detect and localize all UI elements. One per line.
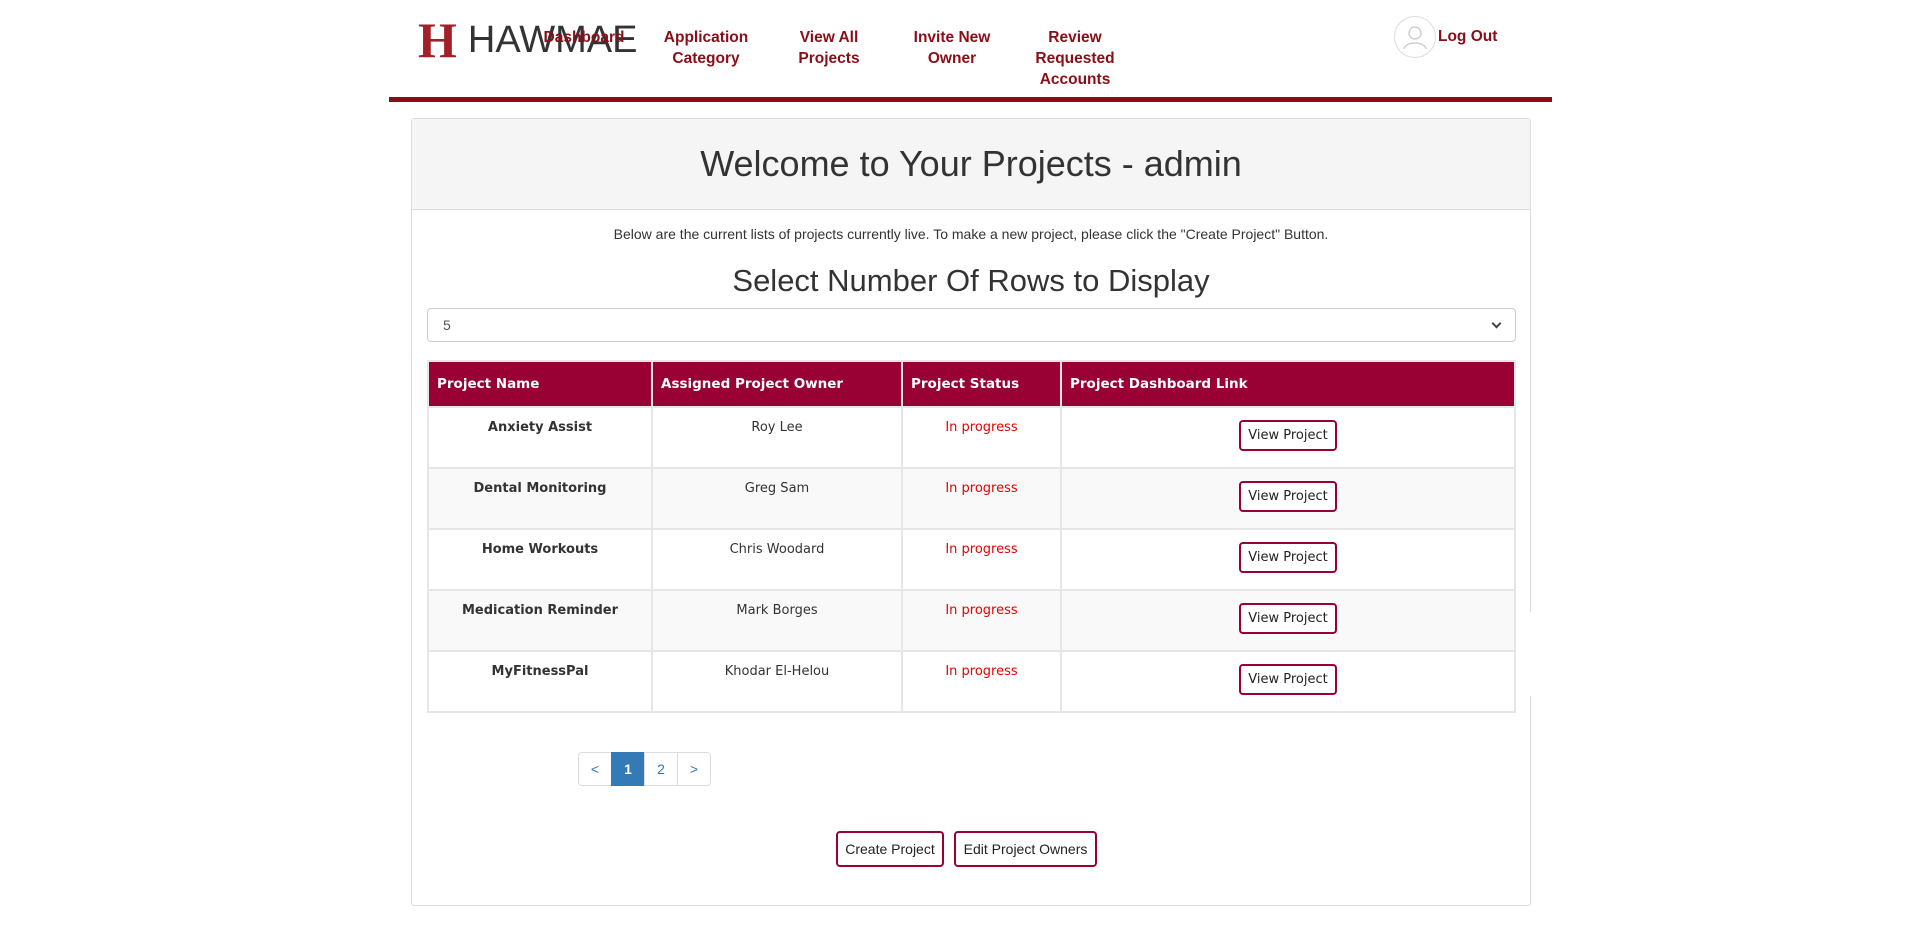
table-row: Medication Reminder Mark Borges In progr… <box>427 589 1516 652</box>
table-row: MyFitnessPal Khodar El-Helou In progress… <box>427 650 1516 713</box>
chevron-down-icon <box>1491 318 1502 328</box>
top-navbar: H HAWMAE Dashboard Application Category … <box>389 0 1552 102</box>
view-project-button[interactable]: View Project <box>1239 664 1337 695</box>
project-status: In progress <box>901 589 1062 652</box>
rows-per-page-select[interactable]: 5 <box>427 308 1516 342</box>
panel-heading: Welcome to Your Projects - admin <box>412 119 1530 210</box>
project-name: Dental Monitoring <box>427 467 653 530</box>
projects-table: Project Name Assigned Project Owner Proj… <box>427 360 1516 713</box>
user-avatar-icon <box>1394 16 1436 58</box>
project-name: Home Workouts <box>427 528 653 591</box>
project-status: In progress <box>901 467 1062 530</box>
create-project-button[interactable]: Create Project <box>836 831 944 867</box>
nav-dashboard[interactable]: Dashboard <box>529 27 639 48</box>
pagination-page-2[interactable]: 2 <box>644 752 678 786</box>
project-link-cell: View Project <box>1060 406 1516 469</box>
project-name: Medication Reminder <box>427 589 653 652</box>
project-owner: Roy Lee <box>651 406 903 469</box>
project-link-cell: View Project <box>1060 650 1516 713</box>
project-status: In progress <box>901 528 1062 591</box>
column-header-dashboard-link: Project Dashboard Link <box>1060 360 1516 408</box>
table-row: Anxiety Assist Roy Lee In progress View … <box>427 406 1516 469</box>
table-row: Dental Monitoring Greg Sam In progress V… <box>427 467 1516 530</box>
logo-mark: H <box>418 12 457 68</box>
nav-application-category[interactable]: Application Category <box>651 27 761 69</box>
nav-review-requested-accounts[interactable]: Review Requested Accounts <box>1020 27 1130 90</box>
project-name: MyFitnessPal <box>427 650 653 713</box>
project-owner: Khodar El-Helou <box>651 650 903 713</box>
column-header-owner: Assigned Project Owner <box>651 360 903 408</box>
logout-link[interactable]: Log Out <box>1394 16 1497 58</box>
project-name: Anxiety Assist <box>427 406 653 469</box>
edit-project-owners-button[interactable]: Edit Project Owners <box>954 831 1097 867</box>
nav-view-all-projects[interactable]: View All Projects <box>774 27 884 69</box>
rows-selector-title: Select Number Of Rows to Display <box>732 263 1210 298</box>
project-owner: Chris Woodard <box>651 528 903 591</box>
view-project-button[interactable]: View Project <box>1239 603 1337 634</box>
intro-text: Below are the current lists of projects … <box>613 226 1329 242</box>
table-header-row: Project Name Assigned Project Owner Proj… <box>427 360 1516 408</box>
column-header-status: Project Status <box>901 360 1062 408</box>
project-status: In progress <box>901 650 1062 713</box>
nav-invite-new-owner[interactable]: Invite New Owner <box>897 27 1007 69</box>
pagination-page-1[interactable]: 1 <box>611 752 645 786</box>
project-status: In progress <box>901 406 1062 469</box>
pagination-next-button[interactable]: > <box>677 752 711 786</box>
project-link-cell: View Project <box>1060 589 1516 652</box>
column-header-project-name: Project Name <box>427 360 653 408</box>
view-project-button[interactable]: View Project <box>1239 420 1337 451</box>
pagination: < 1 2 > <box>578 752 711 786</box>
project-owner: Greg Sam <box>651 467 903 530</box>
panel-border-gap <box>1530 612 1542 696</box>
rows-per-page-value: 5 <box>443 317 451 333</box>
projects-panel: Welcome to Your Projects - admin Below a… <box>411 118 1531 906</box>
project-link-cell: View Project <box>1060 528 1516 591</box>
project-owner: Mark Borges <box>651 589 903 652</box>
page-title: Welcome to Your Projects - admin <box>700 143 1242 184</box>
view-project-button[interactable]: View Project <box>1239 542 1337 573</box>
logout-label: Log Out <box>1438 28 1498 45</box>
project-link-cell: View Project <box>1060 467 1516 530</box>
view-project-button[interactable]: View Project <box>1239 481 1337 512</box>
table-row: Home Workouts Chris Woodard In progress … <box>427 528 1516 591</box>
pagination-prev-button[interactable]: < <box>578 752 612 786</box>
